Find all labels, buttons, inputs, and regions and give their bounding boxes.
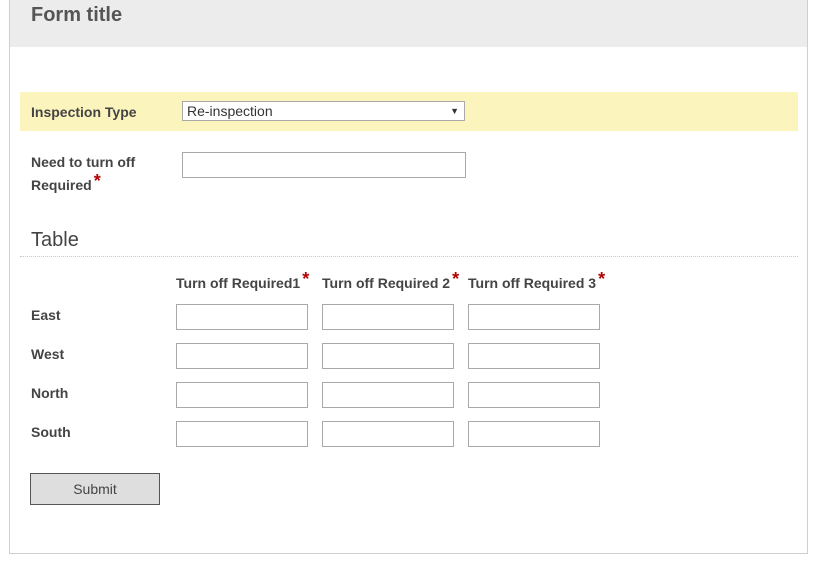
need-turn-off-label-line2: Required * bbox=[31, 171, 135, 196]
row-label-north: North bbox=[31, 385, 69, 401]
dropdown-arrow-icon: ▼ bbox=[450, 106, 459, 116]
cell-input-north-2[interactable] bbox=[322, 382, 454, 408]
row-label-west: West bbox=[31, 346, 65, 362]
column-header-1-label: Turn off Required1 bbox=[176, 275, 301, 291]
form-container: Form title Inspection Type Re-inspection… bbox=[9, 0, 808, 554]
cell-input-west-1[interactable] bbox=[176, 343, 308, 369]
required-asterisk: * bbox=[598, 269, 606, 289]
required-asterisk: * bbox=[302, 269, 310, 289]
need-turn-off-label-line1: Need to turn off bbox=[31, 154, 136, 170]
cell-input-west-2[interactable] bbox=[322, 343, 454, 369]
required-asterisk: * bbox=[93, 171, 101, 191]
inspection-type-select[interactable]: Re-inspection ▼ bbox=[182, 101, 465, 121]
column-header-3-label: Turn off Required 3 bbox=[468, 275, 597, 291]
column-header-2-label: Turn off Required 2 bbox=[322, 275, 451, 291]
cell-input-north-3[interactable] bbox=[468, 382, 600, 408]
row-label-south: South bbox=[31, 424, 71, 440]
cell-input-east-3[interactable] bbox=[468, 304, 600, 330]
row-label-east: East bbox=[31, 307, 61, 323]
form-header: Form title bbox=[10, 0, 807, 47]
cell-input-east-2[interactable] bbox=[322, 304, 454, 330]
submit-button[interactable]: Submit bbox=[30, 473, 160, 505]
section-divider bbox=[20, 256, 798, 257]
cell-input-north-1[interactable] bbox=[176, 382, 308, 408]
column-header-3: Turn off Required 3 * bbox=[468, 269, 606, 294]
cell-input-south-2[interactable] bbox=[322, 421, 454, 447]
cell-input-east-1[interactable] bbox=[176, 304, 308, 330]
table-section-title: Table bbox=[31, 229, 79, 251]
need-turn-off-label-text: Required bbox=[31, 177, 92, 193]
column-header-2: Turn off Required 2 * bbox=[322, 269, 460, 294]
cell-input-south-1[interactable] bbox=[176, 421, 308, 447]
need-turn-off-label: Need to turn off Required * bbox=[31, 151, 135, 196]
need-turn-off-input[interactable] bbox=[182, 152, 466, 178]
inspection-type-label: Inspection Type bbox=[31, 104, 137, 120]
cell-input-west-3[interactable] bbox=[468, 343, 600, 369]
form-title: Form title bbox=[31, 4, 123, 26]
required-asterisk: * bbox=[452, 269, 460, 289]
column-header-1: Turn off Required1 * bbox=[176, 269, 310, 294]
inspection-type-selected-value: Re-inspection bbox=[187, 103, 273, 119]
cell-input-south-3[interactable] bbox=[468, 421, 600, 447]
